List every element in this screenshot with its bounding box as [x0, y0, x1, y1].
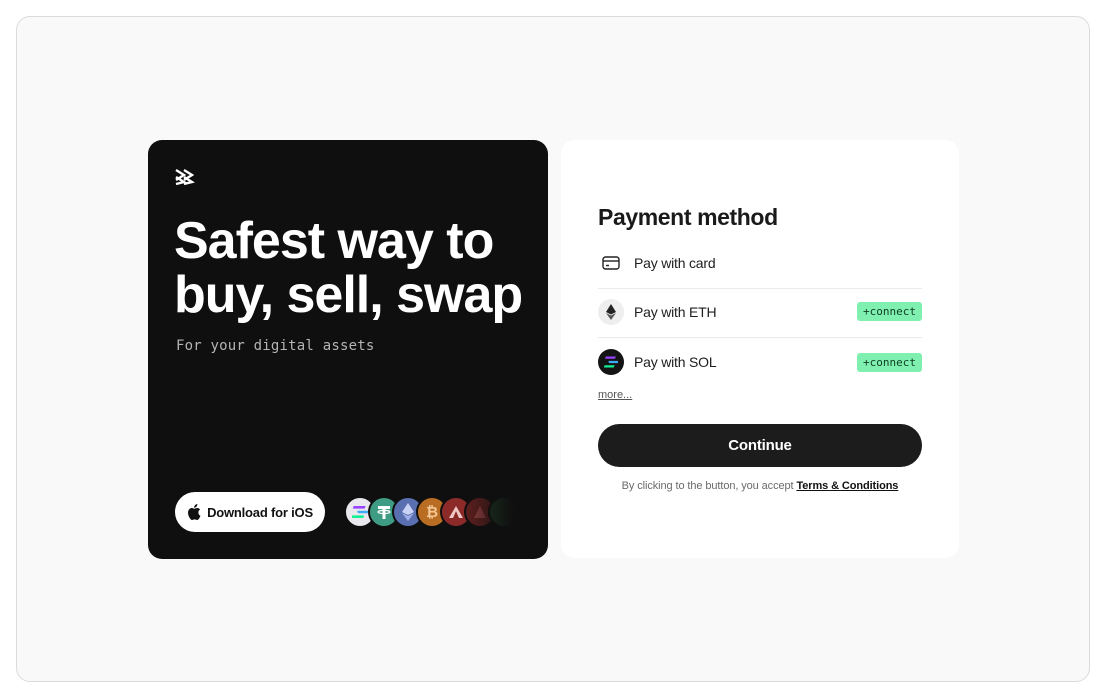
connect-eth-button[interactable]: +connect	[857, 302, 922, 321]
connect-sol-button[interactable]: +connect	[857, 352, 922, 372]
terms-conditions-link[interactable]: Terms & Conditions	[796, 480, 898, 492]
ethereum-icon	[598, 298, 624, 325]
hero-card: Safest way to buy, sell, swap For your d…	[148, 140, 548, 559]
pay-with-sol-option[interactable]: Pay with SOL +connect	[598, 338, 922, 386]
credit-card-icon	[598, 250, 624, 276]
terms-notice: By clicking to the button, you accept Te…	[561, 480, 959, 492]
more-methods-link[interactable]: more...	[598, 389, 632, 401]
method-label: Pay with card	[634, 255, 716, 271]
hero-subtitle: For your digital assets	[176, 338, 375, 354]
apple-icon	[188, 504, 201, 520]
hero-title: Safest way to buy, sell, swap	[174, 214, 534, 322]
method-label: Pay with ETH	[634, 303, 717, 320]
solana-icon	[598, 349, 624, 375]
download-ios-button[interactable]: Download for iOS	[175, 492, 325, 532]
terms-text: By clicking to the button, you accept	[621, 480, 794, 492]
payment-title: Payment method	[598, 204, 778, 230]
double-chevron-logo-icon	[175, 168, 195, 186]
method-label: Pay with SOL	[634, 354, 717, 370]
download-ios-label: Download for iOS	[207, 504, 313, 520]
hero-title-line-1: Safest way to	[174, 212, 494, 270]
continue-button[interactable]: Continue	[598, 424, 922, 467]
payment-card: Payment method Pay with card Pay with ET…	[561, 140, 959, 558]
coin-fade-overlay	[468, 490, 518, 534]
hero-title-line-2: buy, sell, swap	[174, 266, 523, 324]
pay-with-eth-option[interactable]: Pay with ETH +connect	[598, 286, 922, 338]
pay-with-card-option[interactable]: Pay with card	[598, 238, 922, 289]
